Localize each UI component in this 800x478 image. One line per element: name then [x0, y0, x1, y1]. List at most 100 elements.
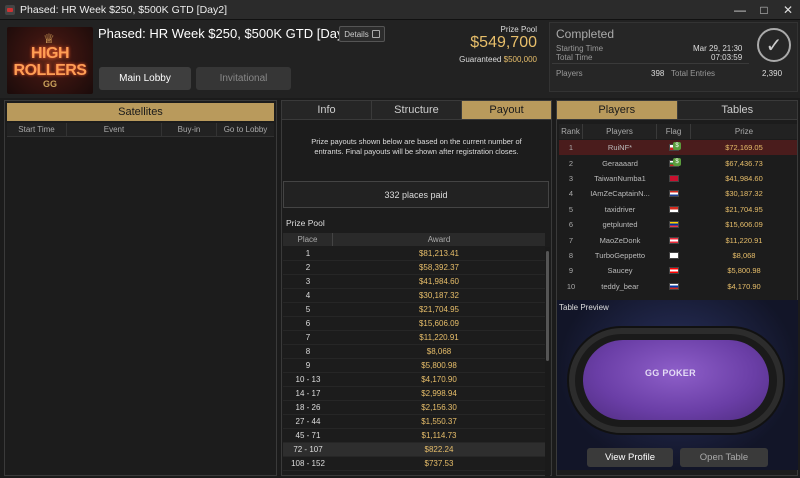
tab-info[interactable]: Info	[282, 101, 372, 119]
col-start-time[interactable]: Start Time	[7, 123, 67, 136]
player-row[interactable]: 6 getplunted $15,606.09	[559, 217, 797, 232]
open-table-button[interactable]: Open Table	[680, 448, 768, 467]
player-rank: 7	[568, 235, 574, 245]
player-name: Saucey	[607, 266, 633, 276]
payout-column-header: Place Award	[283, 233, 545, 246]
payout-award: $81,213.41	[418, 249, 460, 258]
bounty-badge-icon: $	[673, 142, 681, 151]
prize-pool-label: Prize Pool	[500, 25, 537, 34]
payout-row: 27 - 44 $1,550.37	[283, 415, 545, 429]
country-flag-icon	[669, 174, 679, 182]
payout-scrollbar[interactable]	[545, 247, 550, 477]
player-prize: $8,068	[691, 251, 797, 260]
player-row[interactable]: 8 TurboGeppetto $8,068	[559, 248, 797, 263]
payout-place: 72 - 107	[293, 445, 323, 454]
completed-check-icon: ✓	[757, 28, 791, 62]
country-flag-icon	[669, 205, 679, 213]
col-go-to-lobby[interactable]: Go to Lobby	[217, 123, 274, 136]
logo-text-line3: GG	[42, 79, 57, 89]
payout-place: 4	[305, 291, 311, 300]
player-rank: 8	[568, 250, 574, 260]
players-column-header: Rank Players Flag Prize	[559, 124, 797, 139]
player-prize-value: $41,984.60	[725, 173, 763, 183]
player-flag-cell	[657, 236, 691, 244]
country-flag-icon	[669, 236, 679, 244]
payout-place: 6	[305, 319, 311, 328]
payout-row: 4 $30,187.32	[283, 289, 545, 303]
guaranteed-value: $500,000	[503, 55, 537, 64]
player-row[interactable]: 7 MaoZeDonk $11,220.91	[559, 232, 797, 247]
payout-place: 27 - 44	[295, 417, 321, 426]
col-buyin[interactable]: Buy-in	[162, 123, 217, 136]
tab-structure[interactable]: Structure	[372, 101, 462, 119]
country-flag-icon	[669, 251, 679, 259]
satellites-title: Satellites	[7, 103, 274, 121]
total-entries-label: Total Entries	[671, 69, 716, 78]
payout-award: $737.53	[424, 459, 454, 468]
player-row[interactable]: 2 Geraaaard $67,436.73 $	[559, 155, 797, 170]
col-flag[interactable]: Flag	[657, 124, 691, 139]
player-flag-cell	[657, 190, 691, 198]
player-name: MaoZeDonk	[599, 235, 641, 245]
player-prize-value: $72,169.05	[725, 143, 763, 153]
total-time-label: Total Time	[556, 53, 593, 62]
maximize-icon[interactable]: □	[752, 0, 776, 20]
places-paid: 332 places paid	[283, 181, 549, 208]
tab-tables[interactable]: Tables	[677, 101, 797, 119]
player-row[interactable]: 5 taxidriver $21,704.95	[559, 202, 797, 217]
player-rank: 10	[566, 281, 576, 291]
tab-payout[interactable]: Payout	[462, 101, 551, 119]
player-prize: $11,220.91	[691, 236, 797, 245]
tab-players[interactable]: Players	[557, 101, 678, 119]
payout-scrollbar-thumb[interactable]	[546, 251, 549, 361]
payout-prize-pool-title: Prize Pool	[286, 218, 325, 228]
external-link-icon	[371, 30, 380, 38]
payout-note-line1: Prize payouts shown below are based on t…	[311, 137, 522, 146]
window-titlebar: Phased: HR Week $250, $500K GTD [Day2] —…	[0, 0, 800, 20]
player-prize-value: $5,800.98	[727, 266, 761, 276]
player-row[interactable]: 10 teddy_bear $4,170.90	[559, 279, 797, 294]
player-row[interactable]: 4 IAmZeCaptainN... $30,187.32	[559, 186, 797, 201]
payout-place: 14 - 17	[295, 389, 321, 398]
col-players[interactable]: Players	[583, 124, 657, 139]
payout-note: Prize payouts shown below are based on t…	[283, 121, 550, 171]
payout-place: 5	[305, 305, 311, 314]
view-profile-button[interactable]: View Profile	[587, 448, 673, 467]
country-flag-icon	[669, 190, 679, 198]
player-name: TaiwanNumba1	[594, 173, 646, 183]
player-rank: 3	[568, 173, 574, 183]
country-flag-icon	[669, 221, 679, 229]
col-rank[interactable]: Rank	[559, 124, 583, 139]
player-prize-value: $67,436.73	[725, 158, 763, 168]
payout-award: $15,606.09	[418, 319, 460, 328]
player-row[interactable]: 9 Saucey $5,800.98	[559, 263, 797, 278]
table-preview: GG POKER	[557, 300, 798, 470]
payout-award: $2,998.94	[421, 389, 457, 398]
guaranteed-label: Guaranteed	[459, 55, 502, 64]
logo-text-line2: ROLLERS	[13, 62, 87, 79]
player-name: IAmZeCaptainN...	[590, 189, 650, 199]
payout-place: 9	[305, 361, 311, 370]
col-prize[interactable]: Prize	[691, 124, 797, 139]
player-row[interactable]: 1 RuiNF* $72,169.05 $	[559, 140, 797, 156]
payout-place: 2	[305, 263, 311, 272]
high-rollers-logo: ♕ HIGH ROLLERS GG	[7, 27, 93, 94]
payout-award: $41,984.60	[418, 277, 460, 286]
player-prize-value: $15,606.09	[725, 220, 763, 230]
minimize-icon[interactable]: —	[728, 0, 752, 20]
main-lobby-button[interactable]: Main Lobby	[99, 67, 191, 90]
col-event[interactable]: Event	[67, 123, 162, 136]
close-icon[interactable]: ✕	[776, 0, 800, 20]
payout-award: $58,392.37	[418, 263, 460, 272]
invitational-button[interactable]: Invitational	[196, 67, 291, 90]
details-button[interactable]: Details	[339, 26, 385, 42]
payout-place: 1	[305, 249, 311, 258]
player-prize-value: $21,704.95	[725, 204, 763, 214]
player-prize-value: $30,187.32	[725, 189, 763, 199]
payout-row: 8 $8,068	[283, 345, 545, 359]
payout-award: $8,068	[426, 347, 452, 356]
player-prize: $67,436.73 $	[673, 157, 797, 168]
player-prize-value: $4,170.90	[727, 281, 761, 291]
player-rank: 6	[568, 220, 574, 230]
player-row[interactable]: 3 TaiwanNumba1 $41,984.60	[559, 171, 797, 186]
